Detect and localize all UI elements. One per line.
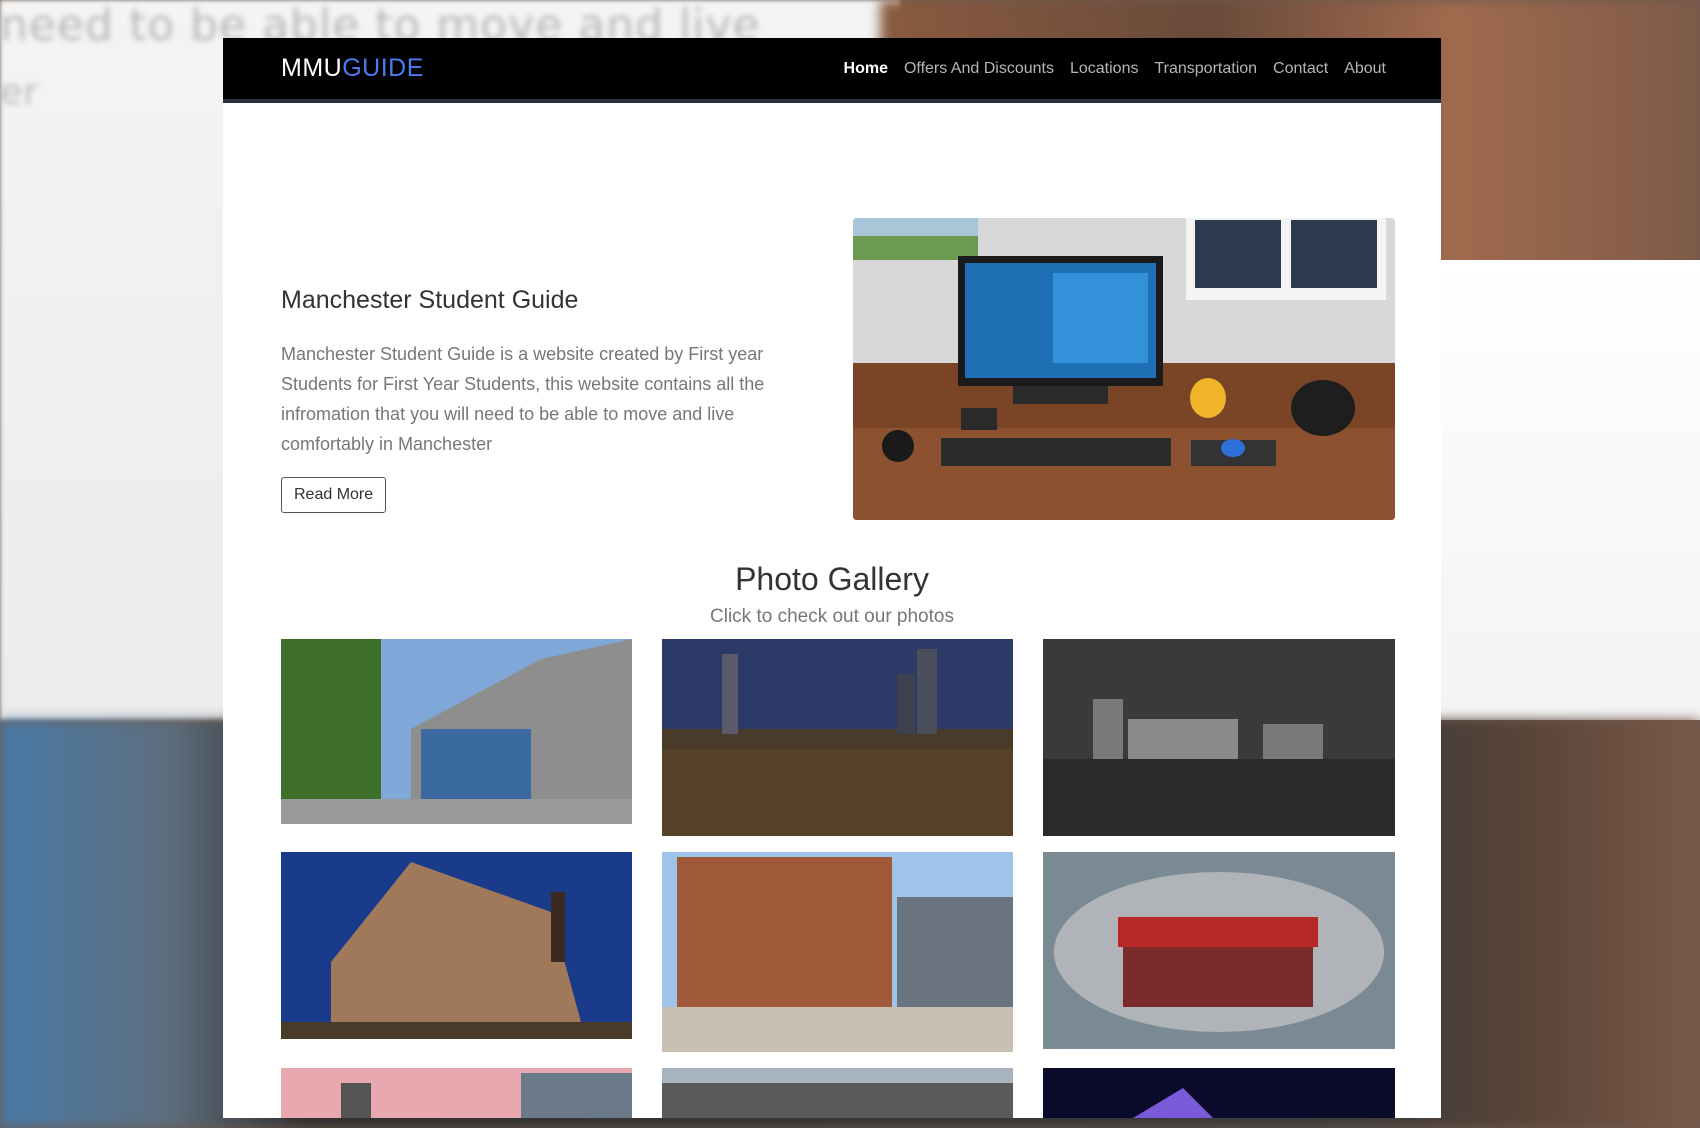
gallery-photo[interactable] bbox=[662, 1068, 1013, 1118]
desk-setup-image bbox=[853, 218, 1395, 520]
hero-text: Manchester Student Guide Manchester Stud… bbox=[281, 286, 791, 513]
nav-link-contact[interactable]: Contact bbox=[1273, 60, 1328, 78]
hero-image bbox=[853, 218, 1395, 520]
read-more-button[interactable]: Read More bbox=[281, 477, 387, 513]
gallery-title: Photo Gallery bbox=[735, 561, 929, 597]
nav-link-about[interactable]: About bbox=[1344, 60, 1386, 78]
gallery-photo[interactable] bbox=[1043, 639, 1395, 836]
gallery-photo[interactable] bbox=[662, 639, 1013, 836]
nav-links: Home Offers And Discounts Locations Tran… bbox=[844, 60, 1386, 78]
web-page: MMUGUIDE Home Offers And Discounts Locat… bbox=[223, 38, 1441, 1118]
nav-link-transportation[interactable]: Transportation bbox=[1154, 60, 1257, 78]
gallery-subtitle: Click to check out our photos bbox=[710, 606, 954, 627]
nav-link-home[interactable]: Home bbox=[844, 60, 888, 78]
brand-part1: MMU bbox=[281, 54, 343, 82]
hero-title: Manchester Student Guide bbox=[281, 286, 579, 314]
gallery-photo[interactable] bbox=[281, 639, 632, 824]
nav-link-locations[interactable]: Locations bbox=[1070, 60, 1139, 78]
gallery-photo[interactable] bbox=[281, 852, 632, 1039]
hero-description: Manchester Student Guide is a website cr… bbox=[281, 344, 765, 454]
background-blurred-text: er bbox=[0, 72, 39, 113]
brand-logo[interactable]: MMUGUIDE bbox=[281, 54, 424, 83]
brand-part2: GUIDE bbox=[342, 54, 424, 82]
background-panel bbox=[1420, 260, 1700, 720]
gallery-photo[interactable] bbox=[281, 1068, 632, 1118]
hero-section: Manchester Student Guide Manchester Stud… bbox=[223, 103, 1441, 523]
gallery-photo[interactable] bbox=[1043, 852, 1395, 1049]
gallery-photo[interactable] bbox=[662, 852, 1013, 1052]
navbar: MMUGUIDE Home Offers And Discounts Locat… bbox=[223, 38, 1441, 103]
nav-link-offers[interactable]: Offers And Discounts bbox=[904, 60, 1054, 78]
gallery-photo[interactable] bbox=[1043, 1068, 1395, 1118]
gallery-header: Photo Gallery Click to check out our pho… bbox=[223, 561, 1441, 628]
